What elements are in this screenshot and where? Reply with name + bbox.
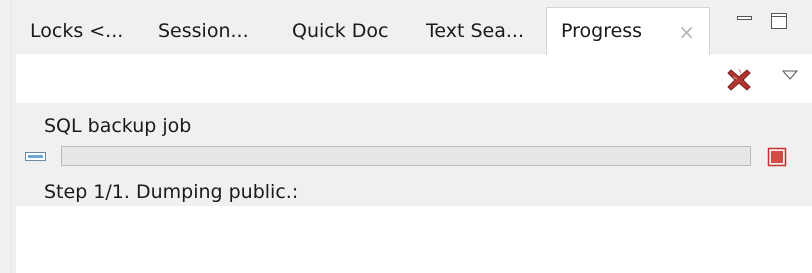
progress-job-panel: SQL backup job Step 1/1. Dumping public.…	[16, 103, 812, 206]
tab-progress[interactable]: Progress ×	[546, 7, 710, 56]
tab-quick-doc[interactable]: Quick Doc	[278, 8, 388, 54]
tab-label: Progress	[561, 20, 643, 42]
tab-label: Locks <...	[30, 20, 124, 42]
progress-bar	[61, 146, 751, 166]
tab-label: Session...	[158, 20, 249, 42]
tab-sessions[interactable]: Session...	[144, 8, 249, 54]
maximize-icon[interactable]	[768, 10, 790, 32]
close-icon[interactable]: ×	[678, 8, 695, 56]
view-tab-bar: Locks <... Session... Quick Doc Text Sea…	[16, 0, 812, 56]
remove-all-finished-icon[interactable]	[724, 65, 754, 95]
left-edge	[0, 0, 16, 273]
cancel-job-icon[interactable]	[767, 147, 787, 167]
tab-label: Text Sea...	[426, 20, 524, 42]
job-status: Step 1/1. Dumping public.:	[44, 181, 299, 203]
view-toolbar	[16, 55, 812, 103]
view-menu-chevron-icon[interactable]	[780, 67, 800, 83]
job-icon	[24, 148, 48, 161]
tab-locks[interactable]: Locks <...	[16, 8, 123, 54]
tab-label: Quick Doc	[292, 20, 389, 42]
minimize-icon[interactable]	[734, 10, 756, 32]
tab-text-search[interactable]: Text Sea...	[412, 8, 524, 54]
job-title: SQL backup job	[44, 115, 192, 137]
